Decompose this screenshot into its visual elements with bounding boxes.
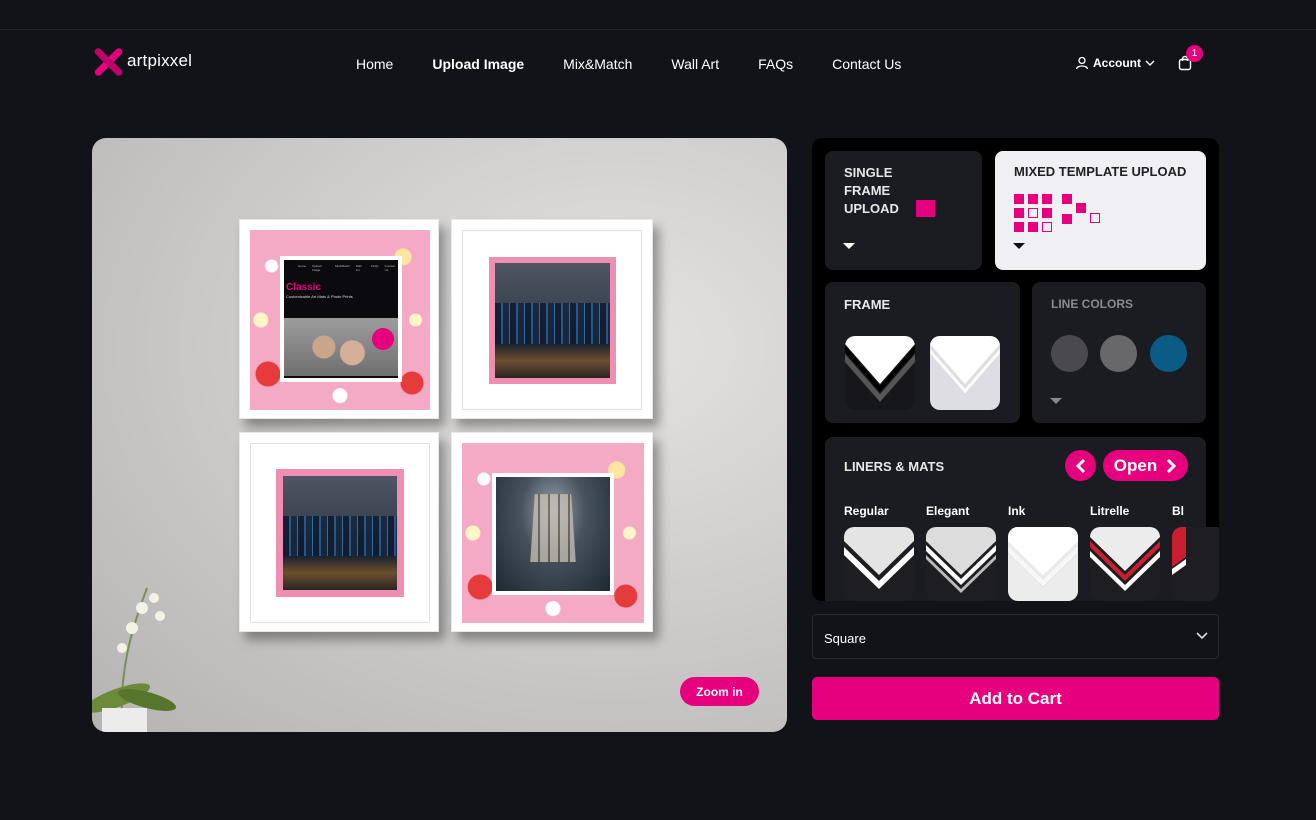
- mini-menu-item: Home: [298, 264, 307, 268]
- top-strip: [0, 0, 1316, 30]
- line-color-blue[interactable]: [1150, 335, 1187, 372]
- mini-subtitle: Customizable Art Mats & Photo Prints: [286, 294, 353, 299]
- caret-down-icon[interactable]: [1050, 398, 1062, 404]
- caret-down-icon[interactable]: [1013, 243, 1025, 249]
- shape-select[interactable]: Square: [812, 614, 1219, 659]
- nav-contact-us[interactable]: Contact Us: [832, 56, 901, 72]
- floral-mat: Home Upload Image Mix&Match Wall Art FAQ…: [250, 230, 430, 410]
- logo-text: artpixxel: [127, 51, 193, 70]
- caret-down-icon[interactable]: [843, 243, 855, 249]
- liner-option-litrelle[interactable]: [1090, 527, 1160, 601]
- label-line: FRAME: [844, 183, 891, 198]
- floral-mat: [462, 443, 644, 623]
- nav-home[interactable]: Home: [356, 56, 393, 72]
- single-frame-upload-label: SINGLE FRAME UPLOAD: [844, 164, 899, 218]
- orchid-plant-decoration: [92, 587, 177, 732]
- wall-preview[interactable]: Home Upload Image Mix&Match Wall Art FAQ…: [92, 138, 787, 732]
- account-menu[interactable]: Account: [1075, 56, 1155, 70]
- liner-label-litrelle: Litrelle: [1090, 504, 1130, 518]
- frame-option-white[interactable]: [930, 336, 1000, 410]
- nav-faqs[interactable]: FAQs: [758, 56, 793, 72]
- label-line: UPLOAD: [844, 201, 899, 216]
- nav-wall-art[interactable]: Wall Art: [671, 56, 719, 72]
- add-to-cart-button[interactable]: Add to Cart: [812, 677, 1219, 720]
- line-colors-card: LINE COLORS: [1032, 282, 1206, 423]
- liner-label-more: Bl: [1172, 504, 1184, 518]
- mini-menu-item: FAQs: [371, 264, 379, 268]
- open-label: Open: [1113, 455, 1158, 475]
- frame-card: FRAME: [825, 282, 1020, 423]
- liner-option-more[interactable]: [1172, 527, 1219, 601]
- liner-option-elegant[interactable]: [926, 527, 996, 601]
- user-icon: [1075, 56, 1089, 70]
- liner-option-regular[interactable]: [844, 527, 914, 601]
- city-photo: [495, 263, 610, 378]
- mini-menu-item: Upload Image: [312, 264, 322, 272]
- mini-menu-item: Wall Art: [355, 264, 362, 272]
- frame-top-left[interactable]: Home Upload Image Mix&Match Wall Art FAQ…: [239, 219, 439, 419]
- chevron-down-icon: [1196, 632, 1208, 640]
- mini-menu-item: Contact Us: [384, 264, 395, 272]
- ship-photo: [496, 477, 610, 591]
- elegant-liner-swatch-icon: [926, 527, 996, 593]
- account-label: Account: [1093, 56, 1141, 70]
- chevron-left-icon: [1075, 458, 1085, 473]
- liner-option-ink[interactable]: [1008, 527, 1078, 601]
- liners-open-button[interactable]: Open: [1103, 450, 1188, 481]
- label-line: SINGLE: [844, 165, 893, 180]
- zoom-in-button[interactable]: Zoom in: [680, 677, 759, 706]
- mixed-template-upload-card[interactable]: MIXED TEMPLATE UPLOAD: [995, 151, 1206, 270]
- liner-label-ink: Ink: [1008, 504, 1026, 518]
- frame-title: FRAME: [844, 297, 891, 312]
- mixed-template-upload-label: MIXED TEMPLATE UPLOAD: [1014, 164, 1187, 179]
- mini-menu-item: Mix&Match: [334, 264, 350, 268]
- options-panel: SINGLE FRAME UPLOAD MIXED TEMPLATE UPLOA…: [812, 138, 1219, 601]
- more-liner-swatch-icon: [1172, 527, 1186, 575]
- line-color-gray[interactable]: [1100, 335, 1137, 372]
- single-frame-icon: [916, 200, 935, 217]
- regular-liner-swatch-icon: [844, 527, 914, 589]
- single-frame-upload-card[interactable]: SINGLE FRAME UPLOAD: [825, 151, 982, 270]
- mini-title: Classic: [286, 282, 322, 293]
- frame-bottom-right[interactable]: [451, 432, 653, 632]
- nav-mix-match[interactable]: Mix&Match: [563, 56, 632, 72]
- liners-prev-button[interactable]: [1065, 450, 1096, 481]
- city-photo: [283, 476, 397, 590]
- shape-select-value: Square: [824, 631, 866, 646]
- chevron-down-icon: [1145, 60, 1155, 66]
- website-photo: Home Upload Image Mix&Match Wall Art FAQ…: [280, 256, 402, 382]
- mini-menu: Home Upload Image Mix&Match Wall Art FAQ…: [298, 264, 398, 272]
- ship-photo-border: [492, 473, 614, 595]
- line-color-dark-gray[interactable]: [1051, 335, 1088, 372]
- line-colors-title: LINE COLORS: [1051, 297, 1134, 311]
- mini-badge: [372, 328, 394, 350]
- nav-upload-image[interactable]: Upload Image: [432, 56, 524, 72]
- chevron-right-icon: [1167, 458, 1177, 473]
- liners-mats-title: LINERS & MATS: [844, 459, 945, 474]
- cart-count-badge: 1: [1186, 45, 1203, 62]
- mixed-grid-icon: [1014, 194, 1100, 232]
- white-frame-swatch-icon: [930, 336, 1000, 395]
- frame-top-right[interactable]: [451, 219, 653, 419]
- frame-option-black[interactable]: [845, 336, 915, 410]
- frame-bottom-left[interactable]: [239, 432, 439, 632]
- logo-x-icon: [92, 46, 124, 78]
- ink-liner-swatch-icon: [1008, 527, 1078, 588]
- liner-label-regular: Regular: [844, 504, 889, 518]
- litrelle-liner-swatch-icon: [1090, 527, 1160, 591]
- black-frame-swatch-icon: [845, 336, 915, 402]
- liner-label-elegant: Elegant: [926, 504, 970, 518]
- main-nav: Home Upload Image Mix&Match Wall Art FAQ…: [356, 56, 940, 72]
- logo[interactable]: artpixxel: [92, 46, 193, 78]
